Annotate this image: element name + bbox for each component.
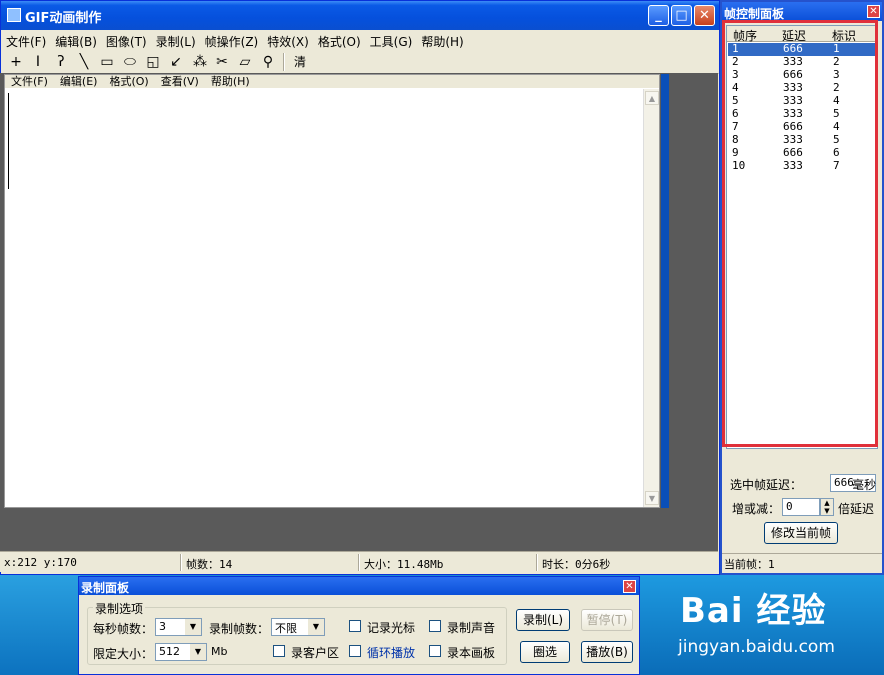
desktop-background: Bai 经验 jingyan.baidu.com <box>640 575 884 675</box>
scroll-down-icon[interactable]: ▼ <box>645 491 659 505</box>
maximize-button[interactable]: □ <box>671 5 692 26</box>
incdec-field[interactable]: 0 <box>782 498 820 516</box>
document-scrollbar[interactable]: ▲ ▼ <box>643 89 659 507</box>
close-button[interactable]: ✕ <box>694 5 715 26</box>
menu-frame[interactable]: 帧操作(Z) <box>200 30 263 50</box>
desktop-background-left <box>0 575 80 675</box>
line-icon[interactable]: ╲ <box>74 53 94 71</box>
selected-delay-label: 选中帧延迟： <box>730 478 803 492</box>
doc-menu-file: 文件(F) <box>11 75 48 88</box>
spinner-arrows-icon[interactable]: ▲ ▼ <box>820 498 834 516</box>
record-panel-title: 录制面板 <box>79 577 639 595</box>
doc-menu-format: 格式(O) <box>109 75 149 88</box>
status-divider <box>536 554 538 571</box>
size-limit-label: 限定大小： <box>93 647 154 661</box>
app-icon <box>7 8 21 22</box>
curve-icon[interactable]: ʔ <box>51 53 71 71</box>
loop-play-checkbox[interactable] <box>349 645 361 657</box>
frame-panel-close-icon[interactable]: ✕ <box>867 5 880 18</box>
crosshair-icon[interactable]: + <box>6 53 26 71</box>
dropdown-arrow-icon[interactable]: ▼ <box>190 644 206 660</box>
status-divider <box>180 554 182 571</box>
window-title: GIF动画制作 <box>25 11 102 26</box>
current-frame-status: 当前帧：1 <box>724 558 775 571</box>
record-cursor-checkbox[interactable] <box>349 620 361 632</box>
status-coords: x:212 y:170 <box>4 556 77 569</box>
record-panel-close-icon[interactable]: ✕ <box>623 580 636 593</box>
scroll-up-icon[interactable]: ▲ <box>645 91 659 105</box>
select-area-button[interactable]: 圈选 <box>520 641 570 663</box>
record-canvas-label: 录本画板 <box>447 646 496 660</box>
play-button[interactable]: 播放(B) <box>581 641 633 663</box>
text-cursor-icon[interactable]: I <box>28 53 48 71</box>
doc-menu-edit: 编辑(E) <box>59 75 98 88</box>
dropdown-arrow-icon[interactable]: ▼ <box>308 619 324 635</box>
watermark-url: jingyan.baidu.com <box>678 637 835 657</box>
size-limit-select[interactable]: 512 ▼ <box>155 643 207 661</box>
fps-label: 每秒帧数： <box>93 622 154 636</box>
eraser-icon[interactable]: ▱ <box>235 53 255 71</box>
rectangle-icon[interactable]: ▭ <box>97 53 117 71</box>
document-menu-bar: 文件(F) 编辑(E) 格式(O) 查看(V) 帮助(H) <box>5 75 659 88</box>
spray-icon[interactable]: ⁂ <box>190 53 210 71</box>
record-panel: 录制面板 ✕ 录制选项 每秒帧数： 3 ▼ 录制帧数： 不限 ▼ 记录光标 录制声音… <box>78 576 640 675</box>
fps-select[interactable]: 3 ▼ <box>155 618 202 636</box>
menu-tools[interactable]: 工具(G) <box>365 30 417 50</box>
record-cursor-label: 记录光标 <box>367 621 416 635</box>
captured-window-edge <box>661 74 669 508</box>
status-duration: 时长：0分6秒 <box>542 558 611 571</box>
record-button[interactable]: 录制(L) <box>516 609 570 631</box>
record-sound-checkbox[interactable] <box>429 620 441 632</box>
captured-document[interactable]: 文件(F) 编辑(E) 格式(O) 查看(V) 帮助(H) ▲ ▼ <box>4 74 660 508</box>
status-frames: 帧数：14 <box>186 558 233 571</box>
multiplier-label: 倍延迟 <box>838 502 875 516</box>
ms-label: 毫秒 <box>852 478 877 492</box>
toolbar: + I ʔ ╲ ▭ ⬭ ◱ ↙ ⁂ ✂ ▱ ⚲ 清 <box>1 50 719 74</box>
menu-file[interactable]: 文件(F) <box>1 30 50 50</box>
doc-menu-help: 帮助(H) <box>210 75 250 88</box>
doc-menu-view: 查看(V) <box>160 75 199 88</box>
status-bar: x:212 y:170 帧数：14 大小：11.48Mb 时长：0分6秒 <box>0 551 718 572</box>
clear-button[interactable]: 清 <box>290 53 310 71</box>
minimize-button[interactable]: _ <box>648 5 669 26</box>
toolbar-separator <box>283 53 285 71</box>
scissors-icon[interactable]: ✂ <box>212 53 232 71</box>
rec-frames-label: 录制帧数： <box>209 622 270 636</box>
modify-frame-button[interactable]: 修改当前帧 <box>764 522 838 544</box>
menu-edit[interactable]: 编辑(B) <box>50 30 101 50</box>
record-canvas-checkbox[interactable] <box>429 645 441 657</box>
rec-frames-value: 不限 <box>275 622 297 635</box>
menu-effects[interactable]: 特效(X) <box>262 30 313 50</box>
record-client-label: 录客户区 <box>291 646 340 660</box>
status-divider <box>358 554 360 571</box>
size-unit: Mb <box>211 645 228 658</box>
baidu-logo: Bai 经验 <box>680 591 827 631</box>
menu-bar: 文件(F) 编辑(B) 图像(T) 录制(L) 帧操作(Z) 特效(X) 格式(O) 工具(G… <box>1 30 719 50</box>
text-caret <box>8 93 9 189</box>
fps-value: 3 <box>159 620 166 633</box>
panel-divider <box>722 553 882 554</box>
status-size: 大小：11.48Mb <box>364 558 444 571</box>
menu-record[interactable]: 录制(L) <box>151 30 200 50</box>
eyedropper-icon[interactable]: ⚲ <box>258 53 278 71</box>
loop-play-label: 循环播放 <box>367 646 416 660</box>
menu-format[interactable]: 格式(O) <box>313 30 365 50</box>
record-sound-label: 录制声音 <box>447 621 496 635</box>
rec-frames-select[interactable]: 不限 ▼ <box>271 618 325 636</box>
dropdown-arrow-icon[interactable]: ▼ <box>185 619 201 635</box>
menu-image[interactable]: 图像(T) <box>101 30 151 50</box>
pause-button[interactable]: 暂停(T) <box>581 609 633 631</box>
incdec-label: 增或减： <box>732 502 781 516</box>
polygon-icon[interactable]: ◱ <box>143 53 163 71</box>
frame-panel-title: 帧控制面板 <box>722 2 882 21</box>
arrow-icon[interactable]: ↙ <box>166 53 186 71</box>
highlight-annotation <box>722 20 878 447</box>
size-limit-value: 512 <box>159 645 180 658</box>
record-client-checkbox[interactable] <box>273 645 285 657</box>
menu-help[interactable]: 帮助(H) <box>416 30 467 50</box>
record-options-label: 录制选项 <box>93 600 146 617</box>
ellipse-icon[interactable]: ⬭ <box>120 53 140 71</box>
title-bar[interactable]: GIF动画制作 _ □ ✕ <box>1 1 719 30</box>
